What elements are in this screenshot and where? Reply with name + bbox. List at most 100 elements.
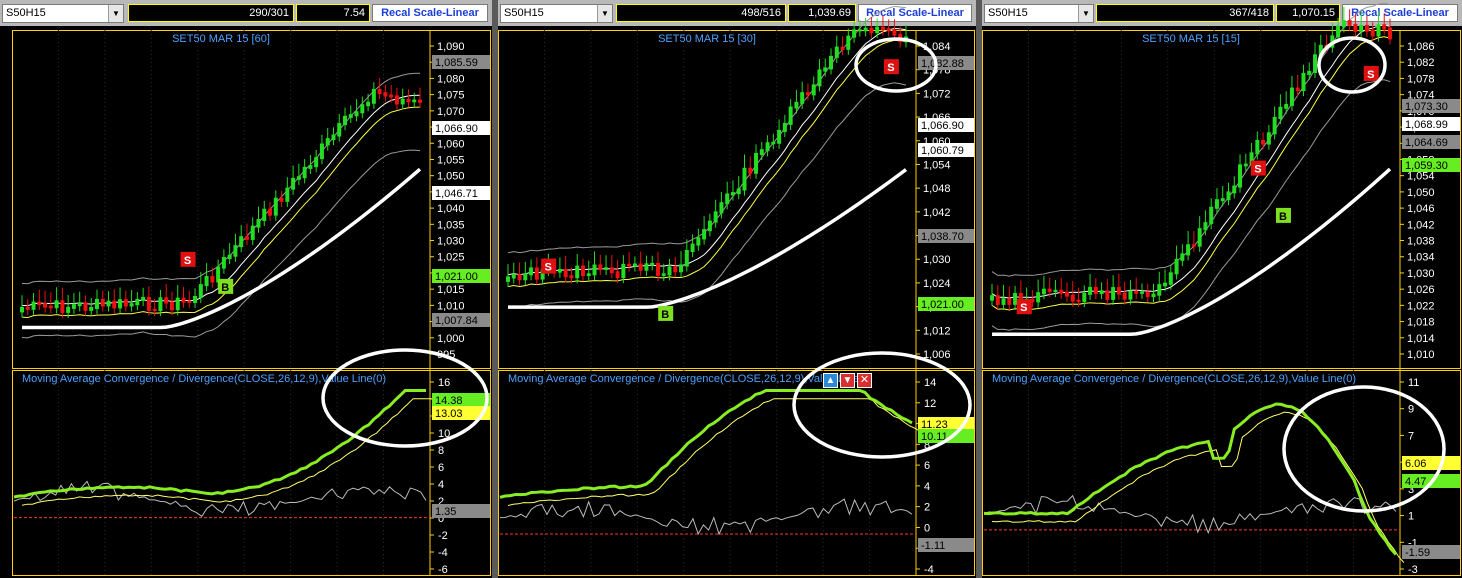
price-label: 1,007.84 xyxy=(435,315,478,327)
candle-body xyxy=(394,95,399,105)
macd-tick-label: 4 xyxy=(924,481,930,493)
candle-body xyxy=(1238,164,1243,188)
candle-body xyxy=(164,297,169,304)
lower-band-line xyxy=(507,82,907,308)
candle-body xyxy=(1186,244,1191,256)
candle-body xyxy=(1203,222,1208,231)
candle-body xyxy=(1255,139,1260,155)
candle-body xyxy=(1261,139,1266,145)
candle-body xyxy=(777,129,782,144)
macd-title: Moving Average Convergence / Divergence(… xyxy=(508,373,872,385)
candle-body xyxy=(765,142,770,152)
annotation-circle xyxy=(1317,36,1387,94)
long-ma-line xyxy=(22,167,422,330)
candle-body xyxy=(1313,54,1318,73)
price-tick-label: 1,054 xyxy=(923,159,951,171)
candle-body xyxy=(592,264,597,276)
candle-body xyxy=(627,263,632,267)
candle-body xyxy=(285,187,290,202)
candle-body xyxy=(123,299,128,307)
macd-tick-label: 4 xyxy=(438,479,444,491)
signal-marker-label: S xyxy=(544,262,551,274)
candle-body xyxy=(181,297,186,303)
price-label: 1,064.69 xyxy=(1405,137,1448,149)
candle-body xyxy=(60,300,65,313)
candle-body xyxy=(696,237,701,246)
move-up-icon[interactable]: ▲ xyxy=(823,373,838,388)
macd-line xyxy=(983,402,1398,556)
candle-body xyxy=(158,297,163,312)
price-tick-label: 1,024 xyxy=(923,278,951,290)
macd-label: -1.11 xyxy=(921,540,945,552)
candle-body xyxy=(377,88,382,95)
candle-body xyxy=(713,211,718,223)
candle-body xyxy=(1064,291,1069,297)
candle-body xyxy=(557,268,562,273)
price-tick-label: 1,075 xyxy=(437,90,465,102)
macd-label: 13.03 xyxy=(435,408,463,420)
macd-tick-label: 2 xyxy=(924,502,930,514)
candle-body xyxy=(1088,286,1093,295)
candle-body xyxy=(262,208,267,222)
price-label: 1,046.71 xyxy=(435,188,478,200)
candle-body xyxy=(754,152,759,174)
candle-body xyxy=(829,55,834,70)
candle-body xyxy=(279,197,284,202)
candle-body xyxy=(840,46,845,50)
chart-svg: SET50 MAR 15 [15]1,0861,0821,0781,0741,0… xyxy=(982,2,1461,576)
candle-body xyxy=(337,123,342,137)
price-tick-label: 1,048 xyxy=(923,183,951,195)
candle-body xyxy=(1226,191,1231,201)
candle-body xyxy=(1157,284,1162,296)
price-tick-label: 1,038 xyxy=(1407,236,1435,248)
candle-body xyxy=(54,300,59,309)
candle-body xyxy=(1036,292,1041,303)
price-tick-label: 1,082 xyxy=(1407,57,1435,69)
price-label: 1,066.90 xyxy=(435,123,478,135)
price-tick-label: 1,026 xyxy=(1407,284,1435,296)
candle-body xyxy=(1168,272,1173,285)
candle-body xyxy=(48,305,53,309)
candle-body xyxy=(892,29,897,36)
macd-label: 1.35 xyxy=(435,506,456,518)
price-label: 1,021.00 xyxy=(921,299,964,311)
candle-body xyxy=(268,208,273,216)
candle-body xyxy=(146,296,151,311)
candle-body xyxy=(1341,20,1346,28)
candle-body xyxy=(1209,206,1214,225)
move-down-icon[interactable]: ▼ xyxy=(840,373,855,388)
macd-pane-border xyxy=(498,370,975,576)
candle-body xyxy=(100,298,105,307)
candle-body xyxy=(1134,290,1139,294)
candle-body xyxy=(615,271,620,279)
candle-body xyxy=(106,300,111,307)
candle-body xyxy=(354,111,359,117)
macd-tick-label: 0 xyxy=(924,522,930,534)
price-tick-label: 1,050 xyxy=(437,171,465,183)
macd-tick-label: 14 xyxy=(924,377,936,389)
candle-body xyxy=(569,275,574,279)
candle-body xyxy=(244,236,249,240)
candle-body xyxy=(66,306,71,313)
candle-body xyxy=(638,263,643,271)
candle-body xyxy=(141,296,146,301)
long-ma-line xyxy=(508,168,908,309)
candle-body xyxy=(1001,298,1006,305)
price-tick-label: 1,042 xyxy=(1407,219,1435,231)
close-icon[interactable]: ✕ xyxy=(857,373,872,388)
macd-label: 6.06 xyxy=(1405,458,1426,470)
candle-body xyxy=(360,104,365,114)
candle-body xyxy=(400,98,405,105)
candle-body xyxy=(366,101,371,107)
candle-body xyxy=(331,134,336,141)
chart-title: SET50 MAR 15 [60] xyxy=(172,33,270,45)
candle-body xyxy=(1359,24,1364,32)
candle-body xyxy=(371,88,376,104)
candle-body xyxy=(1232,185,1237,194)
candle-body xyxy=(1347,20,1352,26)
candle-body xyxy=(580,265,585,277)
ema-slow-line xyxy=(507,39,907,288)
candle-body xyxy=(1284,103,1289,109)
candle-body xyxy=(227,254,232,260)
candle-body xyxy=(719,202,724,214)
